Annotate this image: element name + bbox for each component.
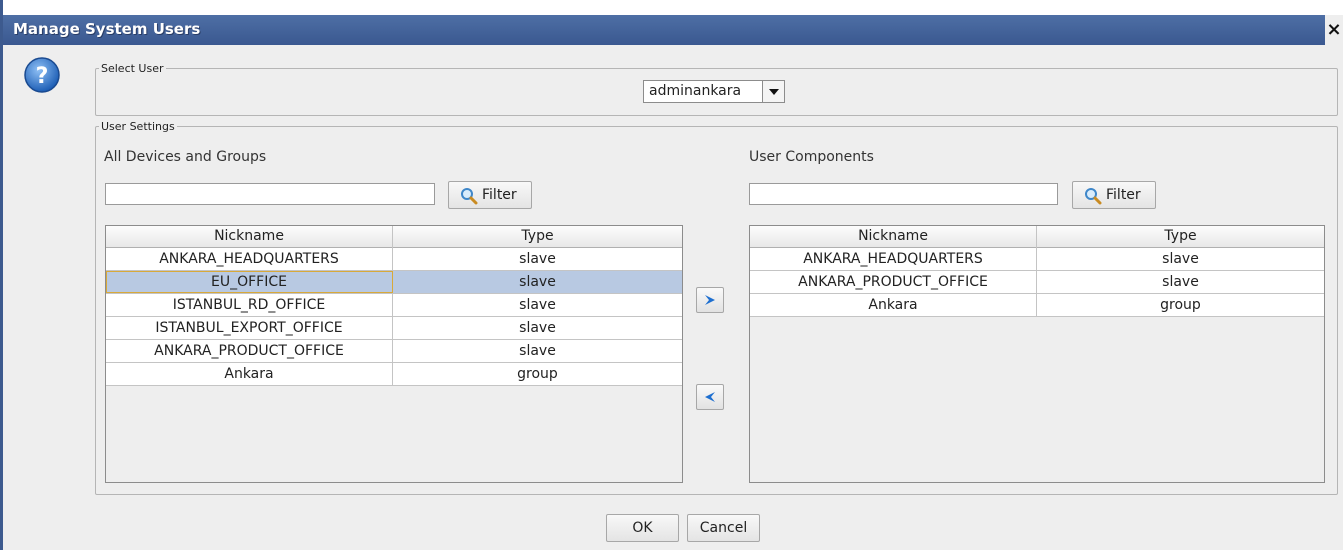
left-table-header: Nickname Type xyxy=(106,226,682,248)
cell-nickname: ANKARA_HEADQUARTERS xyxy=(750,248,1037,270)
chevron-down-icon[interactable] xyxy=(762,81,784,102)
cell-type: slave xyxy=(519,343,556,359)
top-gap xyxy=(3,0,1343,15)
right-filter-label: Filter xyxy=(1106,187,1141,203)
magnifier-icon xyxy=(461,188,478,205)
table-row[interactable]: Ankara group xyxy=(106,363,682,386)
cell-type: slave xyxy=(1162,251,1199,267)
cell-type: group xyxy=(1160,297,1201,313)
remove-component-button[interactable] xyxy=(696,384,724,410)
left-col-nickname[interactable]: Nickname xyxy=(106,226,393,248)
cell-type: slave xyxy=(519,297,556,313)
table-row[interactable]: ANKARA_PRODUCT_OFFICE slave xyxy=(106,340,682,363)
cell-nickname: Ankara xyxy=(106,363,393,385)
left-filter-input[interactable] xyxy=(105,183,435,205)
cell-type: slave xyxy=(1162,274,1199,290)
svg-text:?: ? xyxy=(36,64,49,89)
table-row[interactable]: ANKARA_HEADQUARTERS slave xyxy=(106,248,682,271)
left-table: Nickname Type ANKARA_HEADQUARTERS slave EU… xyxy=(105,225,683,483)
user-select[interactable]: adminankara xyxy=(643,80,785,103)
arrow-left-icon xyxy=(705,392,715,402)
ok-button[interactable]: OK xyxy=(606,514,679,542)
left-filter-button[interactable]: Filter xyxy=(448,181,532,209)
cell-type: slave xyxy=(519,274,556,290)
user-select-value: adminankara xyxy=(649,83,742,99)
user-components-title: User Components xyxy=(749,149,874,165)
right-table-header: Nickname Type xyxy=(750,226,1324,248)
close-icon[interactable]: × xyxy=(1325,15,1343,45)
add-component-button[interactable] xyxy=(696,287,724,313)
right-col-nickname[interactable]: Nickname xyxy=(750,226,1037,248)
cell-nickname: ANKARA_HEADQUARTERS xyxy=(106,248,393,270)
window-title: Manage System Users xyxy=(13,20,201,38)
cell-type: slave xyxy=(519,320,556,336)
cell-nickname: EU_OFFICE xyxy=(106,271,393,293)
table-row[interactable]: ISTANBUL_EXPORT_OFFICE slave xyxy=(106,317,682,340)
table-row[interactable]: ANKARA_PRODUCT_OFFICE slave xyxy=(750,271,1324,294)
right-table: Nickname Type ANKARA_HEADQUARTERS slave AN… xyxy=(749,225,1325,483)
magnifier-icon xyxy=(1085,188,1102,205)
cancel-button[interactable]: Cancel xyxy=(687,514,760,542)
cell-type: slave xyxy=(519,251,556,267)
cell-nickname: Ankara xyxy=(750,294,1037,316)
cell-nickname: ANKARA_PRODUCT_OFFICE xyxy=(106,340,393,362)
table-row[interactable]: Ankara group xyxy=(750,294,1324,317)
table-row[interactable]: ANKARA_HEADQUARTERS slave xyxy=(750,248,1324,271)
user-settings-legend: User Settings xyxy=(101,120,175,133)
title-bar[interactable]: Manage System Users × xyxy=(3,15,1343,45)
select-user-legend: Select User xyxy=(101,62,164,75)
right-filter-input[interactable] xyxy=(749,183,1058,205)
right-col-type[interactable]: Type xyxy=(1037,226,1324,248)
right-filter-button[interactable]: Filter xyxy=(1072,181,1156,209)
all-devices-title: All Devices and Groups xyxy=(104,149,267,165)
left-col-type[interactable]: Type xyxy=(393,226,682,248)
cell-nickname: ISTANBUL_RD_OFFICE xyxy=(106,294,393,316)
manage-users-dialog: Manage System Users × ? Select User admi… xyxy=(0,0,1343,550)
cell-nickname: ANKARA_PRODUCT_OFFICE xyxy=(750,271,1037,293)
table-row[interactable]: EU_OFFICE slave xyxy=(106,271,682,294)
cell-type: group xyxy=(517,366,558,382)
arrow-right-icon xyxy=(705,295,715,305)
table-row[interactable]: ISTANBUL_RD_OFFICE slave xyxy=(106,294,682,317)
help-icon: ? xyxy=(24,57,60,93)
cell-nickname: ISTANBUL_EXPORT_OFFICE xyxy=(106,317,393,339)
left-filter-label: Filter xyxy=(482,187,517,203)
